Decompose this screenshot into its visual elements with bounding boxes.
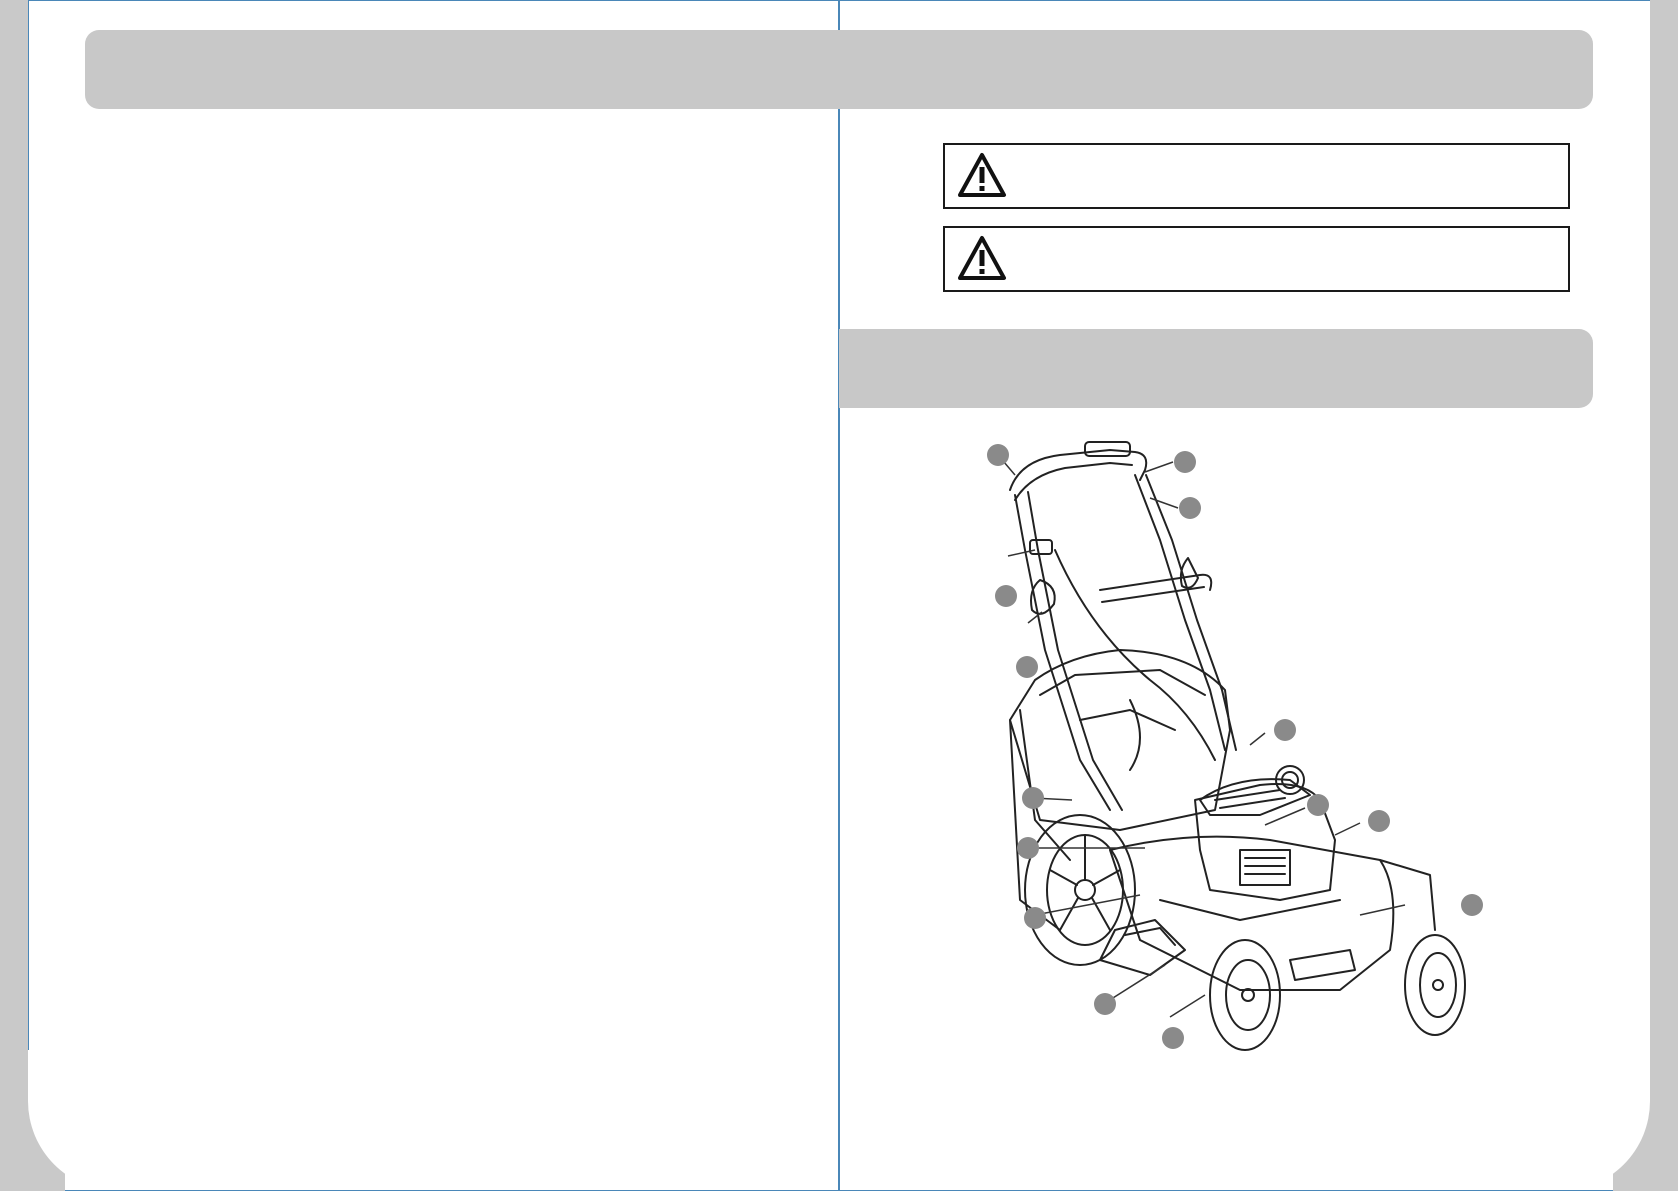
warning-box-1 bbox=[943, 143, 1570, 209]
callout-circle-13 bbox=[1094, 993, 1116, 1015]
callout-circle-5 bbox=[1016, 656, 1038, 678]
height-adjust-knob bbox=[1029, 539, 1053, 555]
callout-circle-12 bbox=[1461, 894, 1483, 916]
control-cable bbox=[1054, 549, 1216, 761]
left-page bbox=[28, 0, 838, 1191]
header-bar bbox=[85, 30, 1593, 109]
lawn-mower-diagram bbox=[987, 441, 1483, 1051]
mower-deck bbox=[1109, 835, 1395, 991]
center-spine-line bbox=[838, 0, 840, 1191]
callout-circle-14 bbox=[1162, 1027, 1184, 1049]
warning-box-2 bbox=[943, 226, 1570, 292]
warning-triangle-icon bbox=[958, 236, 1006, 280]
rear-left-wheel bbox=[1024, 814, 1136, 966]
callout-circle-1 bbox=[987, 444, 1009, 466]
left-frame-line bbox=[28, 0, 29, 1050]
callout-circle-2 bbox=[1174, 451, 1196, 473]
callout-circle-10 bbox=[1307, 794, 1329, 816]
callout-circle-8 bbox=[1017, 837, 1039, 859]
callout-circle-6 bbox=[1274, 719, 1296, 741]
callout-circle-9 bbox=[1024, 907, 1046, 929]
callout-circle-4 bbox=[995, 585, 1017, 607]
callout-circle-11 bbox=[1368, 810, 1390, 832]
section-bar bbox=[839, 329, 1593, 408]
handle-center-grip bbox=[1084, 441, 1131, 457]
warning-triangle-icon bbox=[958, 153, 1006, 197]
callout-circle-3 bbox=[1179, 497, 1201, 519]
grass-catcher-bag bbox=[1009, 649, 1231, 831]
callout-circle-7 bbox=[1022, 787, 1044, 809]
